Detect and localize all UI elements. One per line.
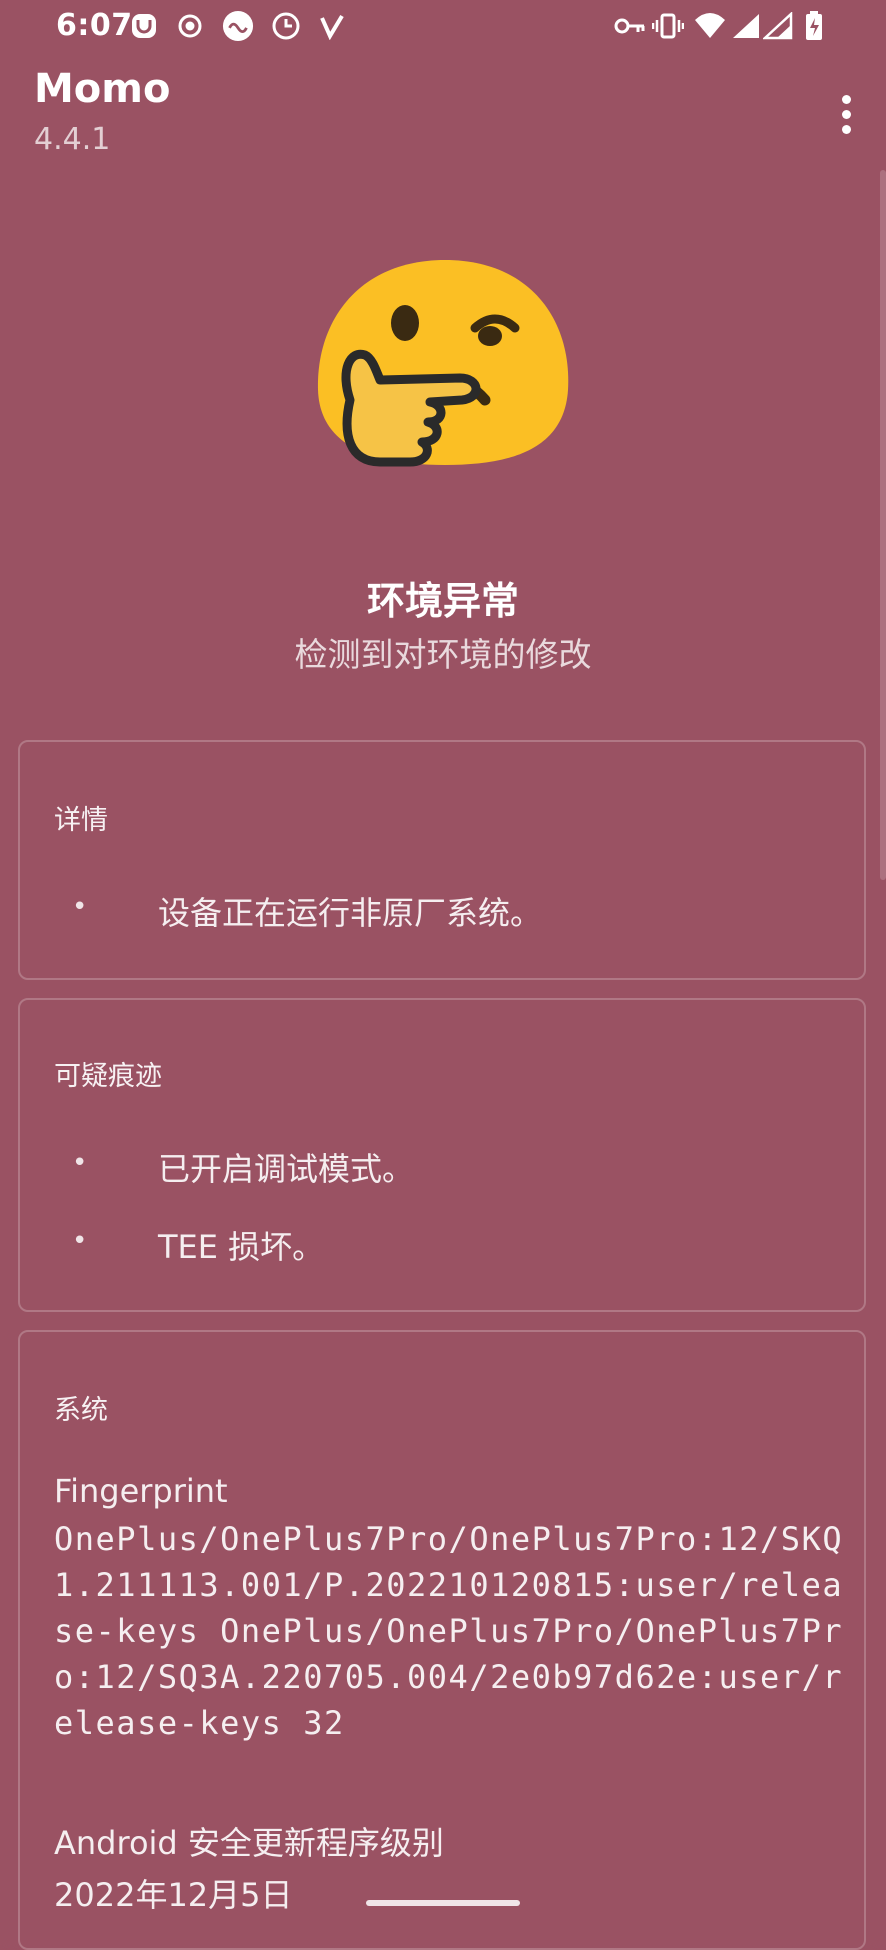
vibrate-icon — [652, 10, 684, 42]
signal-icon — [730, 10, 762, 42]
bullet-icon: • — [72, 1148, 88, 1178]
home-indicator[interactable] — [366, 1900, 520, 1906]
record-icon — [174, 10, 206, 42]
system-card: 系统 Fingerprint OnePlus/OnePlus7Pro/OnePl… — [18, 1330, 866, 1950]
fingerprint-value: OnePlus/OnePlus7Pro/OnePlus7Pro:12/SKQ1.… — [54, 1520, 844, 1742]
wifi-icon — [694, 10, 726, 42]
loop-icon — [222, 10, 254, 42]
details-card: 详情 • 设备正在运行非原厂系统。 — [18, 740, 866, 980]
security-patch-value: 2022年12月5日 — [54, 1876, 293, 1914]
thinking-face-icon — [310, 250, 580, 520]
fingerprint-label: Fingerprint — [54, 1472, 228, 1510]
signal-icon-2 — [762, 10, 794, 42]
v-icon — [316, 10, 348, 42]
key-icon — [614, 10, 646, 42]
clock-icon — [270, 10, 302, 42]
card-title: 可疑痕迹 — [54, 1061, 162, 1092]
card-title: 详情 — [54, 805, 108, 836]
status-bar: 6:07 — [0, 0, 886, 56]
security-patch-label: Android 安全更新程序级别 — [54, 1824, 444, 1862]
app-version: 4.4.1 — [34, 122, 111, 157]
status-subtitle: 检测到对环境的修改 — [294, 635, 592, 674]
status-time: 6:07 — [56, 8, 133, 43]
list-item: TEE 损坏。 — [158, 1228, 325, 1266]
status-title: 环境异常 — [366, 579, 519, 623]
list-item: 设备正在运行非原厂系统。 — [158, 894, 543, 932]
suspicious-card: 可疑痕迹 • 已开启调试模式。 • TEE 损坏。 — [18, 998, 866, 1312]
more-vert-icon[interactable] — [824, 86, 868, 142]
bullet-icon: • — [72, 892, 88, 922]
face-app-icon — [128, 10, 160, 42]
battery-charging-icon — [798, 10, 830, 42]
card-title: 系统 — [54, 1395, 108, 1426]
app-title: Momo — [34, 66, 171, 112]
scrollbar[interactable] — [880, 170, 886, 880]
app-bar: Momo 4.4.1 — [0, 56, 886, 166]
list-item: 已开启调试模式。 — [158, 1150, 415, 1188]
bullet-icon: • — [72, 1226, 88, 1256]
